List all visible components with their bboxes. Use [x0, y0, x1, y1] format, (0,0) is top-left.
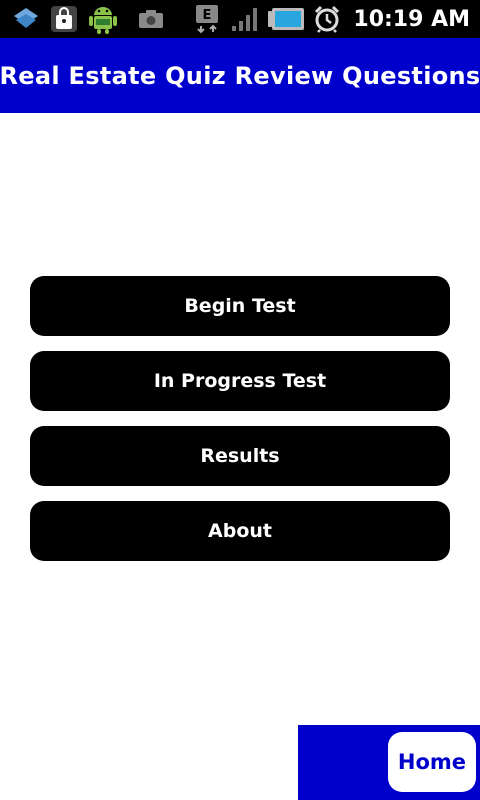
network-type: E — [203, 8, 212, 23]
main-menu: Begin Test In Progress Test Results Abou… — [30, 276, 450, 576]
android-icon — [88, 3, 118, 35]
begin-test-label: Begin Test — [184, 295, 296, 317]
shopping-bag-icon — [50, 5, 78, 33]
app-screen: E 10:19 AM Real Estate Quiz Review Quest… — [0, 0, 480, 800]
page-title: Real Estate Quiz Review Questions — [0, 61, 480, 90]
edge-network-icon: E — [195, 4, 223, 34]
home-button[interactable]: Home — [388, 732, 476, 792]
signal-icon — [231, 6, 259, 32]
home-label: Home — [397, 750, 467, 774]
bottom-bar: Home — [298, 725, 480, 800]
results-label: Results — [200, 445, 280, 467]
about-label: About — [208, 520, 272, 542]
title-bar: Real Estate Quiz Review Questions — [0, 38, 480, 113]
battery-icon — [267, 7, 305, 31]
status-time: 10:19 AM — [353, 6, 470, 32]
about-button[interactable]: About — [30, 501, 450, 561]
in-progress-test-label: In Progress Test — [153, 370, 327, 392]
camera-icon — [138, 9, 164, 29]
results-button[interactable]: Results — [30, 426, 450, 486]
begin-test-button[interactable]: Begin Test — [30, 276, 450, 336]
dropbox-icon — [12, 6, 40, 32]
status-bar: E 10:19 AM — [0, 0, 480, 38]
in-progress-test-button[interactable]: In Progress Test — [30, 351, 450, 411]
alarm-icon — [313, 5, 341, 33]
